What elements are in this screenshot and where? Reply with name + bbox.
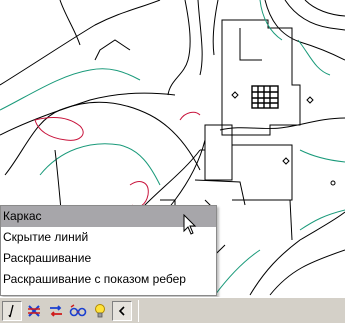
shaded-edges-button[interactable] — [68, 301, 88, 321]
hidden-lines-button[interactable] — [24, 301, 44, 321]
menu-item-shaded-with-edges[interactable]: Раскрашивание с показом ребер — [1, 269, 216, 290]
mouse-pointer-icon — [183, 213, 197, 241]
shaded-icon — [50, 304, 62, 317]
shade-toolbar — [0, 297, 345, 323]
wireframe-shade-button[interactable] — [2, 300, 22, 321]
shaded-button[interactable] — [46, 301, 66, 321]
survey-points — [231, 91, 336, 186]
grid-object — [251, 85, 279, 109]
toolbar-empty-area — [138, 299, 345, 322]
wireframe-shade-icon — [8, 304, 14, 317]
light-button[interactable] — [90, 301, 110, 321]
menu-item-shaded[interactable]: Раскрашивание — [1, 248, 216, 269]
scroll-left-icon — [118, 305, 125, 316]
lightbulb-icon — [95, 303, 105, 317]
scroll-left-button[interactable] — [112, 300, 132, 321]
hidden-lines-icon — [28, 304, 40, 317]
shaded-edges-icon — [69, 303, 87, 316]
